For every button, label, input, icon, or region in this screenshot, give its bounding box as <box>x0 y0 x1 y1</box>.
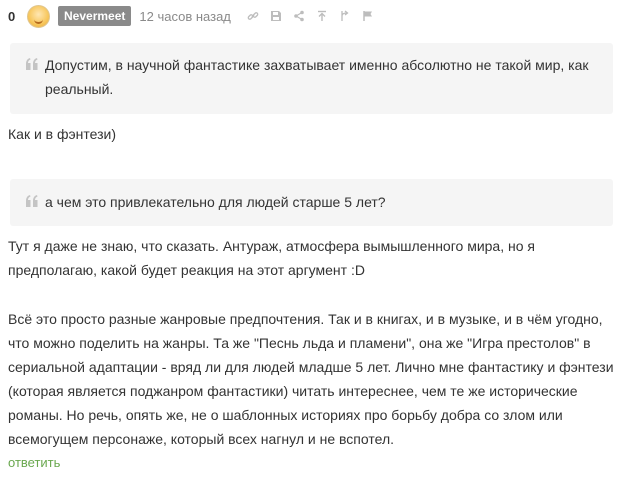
quote-block: а чем это привлекательно для людей старш… <box>10 179 613 226</box>
comment-paragraph: Как и в фэнтези) <box>8 126 117 142</box>
quote-icon <box>26 195 38 207</box>
comment: 0 Nevermeet 12 часов назад Допустим, в н… <box>0 0 618 486</box>
comment-rating: 0 <box>8 8 16 24</box>
share-icon[interactable] <box>292 9 306 23</box>
comment-paragraph: Тут я даже не знаю, что сказать. Антураж… <box>8 238 535 278</box>
quote-text: а чем это привлекательно для людей старш… <box>45 194 386 210</box>
comment-timestamp[interactable]: 12 часов назад <box>139 9 231 24</box>
quote-block: Допустим, в научной фантастике захватыва… <box>10 43 613 114</box>
flag-icon[interactable] <box>361 9 375 23</box>
quote-icon <box>26 58 38 70</box>
quote-text: Допустим, в научной фантастике захватыва… <box>45 57 589 97</box>
branch-icon[interactable] <box>338 9 352 23</box>
link-icon[interactable] <box>246 9 260 23</box>
comment-paragraph: Всё это просто разные жанровые предпочте… <box>8 311 614 447</box>
up-icon[interactable] <box>315 9 329 23</box>
avatar[interactable] <box>27 4 50 28</box>
comment-header: 0 Nevermeet 12 часов назад <box>8 4 375 28</box>
save-icon[interactable] <box>269 9 283 23</box>
username[interactable]: Nevermeet <box>58 6 132 26</box>
reply-link[interactable]: ответить <box>8 455 60 470</box>
comment-tools <box>237 9 375 23</box>
